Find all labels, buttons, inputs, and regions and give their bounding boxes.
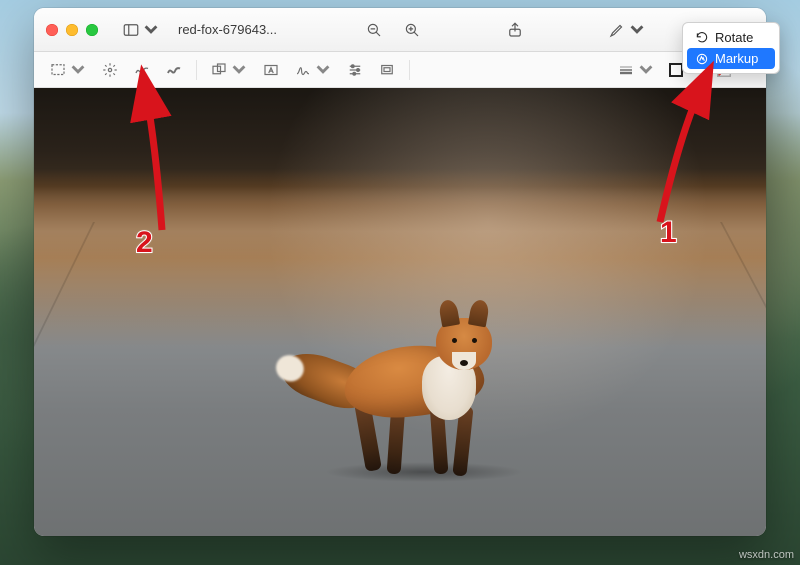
share-button[interactable]: [500, 16, 530, 44]
preview-window: red-fox-679643...: [34, 8, 766, 536]
crop-icon: [378, 61, 396, 79]
sliders-icon: [346, 61, 364, 79]
callout-number-1: 1: [660, 216, 677, 250]
highlight-button[interactable]: [602, 16, 652, 44]
chevron-down-icon: [142, 21, 160, 39]
sketch-button[interactable]: [128, 57, 156, 83]
chevron-down-icon: [230, 61, 248, 79]
menu-item-rotate[interactable]: Rotate: [687, 27, 775, 48]
adjust-size-button[interactable]: [373, 57, 401, 83]
sketch-icon: [133, 61, 151, 79]
text-box-icon: [262, 61, 280, 79]
markup-toolbar: [34, 52, 766, 88]
rotate-icon: [695, 31, 709, 45]
line-weight-icon: [617, 61, 635, 79]
callout-number-2: 2: [136, 226, 153, 260]
close-window-button[interactable]: [46, 24, 58, 36]
menu-item-markup[interactable]: Markup: [687, 48, 775, 69]
traffic-lights: [46, 24, 98, 36]
document-title: red-fox-679643...: [178, 22, 277, 37]
magic-wand-icon: [101, 61, 119, 79]
zoom-in-button[interactable]: [397, 16, 427, 44]
text-tool-button[interactable]: [257, 57, 285, 83]
draw-button[interactable]: [160, 57, 188, 83]
chevron-down-icon: [314, 61, 332, 79]
zoom-window-button[interactable]: [86, 24, 98, 36]
stroke-color-swatch: [669, 63, 683, 77]
toolbar-overflow-menu: Rotate Markup: [682, 22, 780, 74]
selection-rect-icon: [49, 61, 67, 79]
sidebar-icon: [122, 21, 140, 39]
shapes-button[interactable]: [205, 57, 253, 83]
line-style-button[interactable]: [612, 57, 660, 83]
zoom-in-icon: [403, 21, 421, 39]
window-titlebar: red-fox-679643...: [34, 8, 766, 52]
photo-subject-fox: [304, 256, 524, 466]
adjust-color-button[interactable]: [341, 57, 369, 83]
menu-item-rotate-label: Rotate: [715, 30, 753, 45]
menu-item-markup-label: Markup: [715, 51, 758, 66]
selection-tool-button[interactable]: [44, 57, 92, 83]
chevron-down-icon: [69, 61, 87, 79]
instant-alpha-button[interactable]: [96, 57, 124, 83]
chevron-down-icon: [637, 61, 655, 79]
share-icon: [506, 21, 524, 39]
image-canvas[interactable]: [34, 88, 766, 536]
zoom-out-icon: [365, 21, 383, 39]
chevron-down-icon: [628, 21, 646, 39]
minimize-window-button[interactable]: [66, 24, 78, 36]
highlight-icon: [608, 21, 626, 39]
shapes-icon: [210, 61, 228, 79]
markup-icon: [695, 52, 709, 66]
zoom-out-button[interactable]: [359, 16, 389, 44]
separator: [409, 60, 410, 80]
sign-button[interactable]: [289, 57, 337, 83]
draw-icon: [165, 61, 183, 79]
sidebar-toggle-button[interactable]: [116, 16, 166, 44]
separator: [196, 60, 197, 80]
signature-icon: [294, 61, 312, 79]
